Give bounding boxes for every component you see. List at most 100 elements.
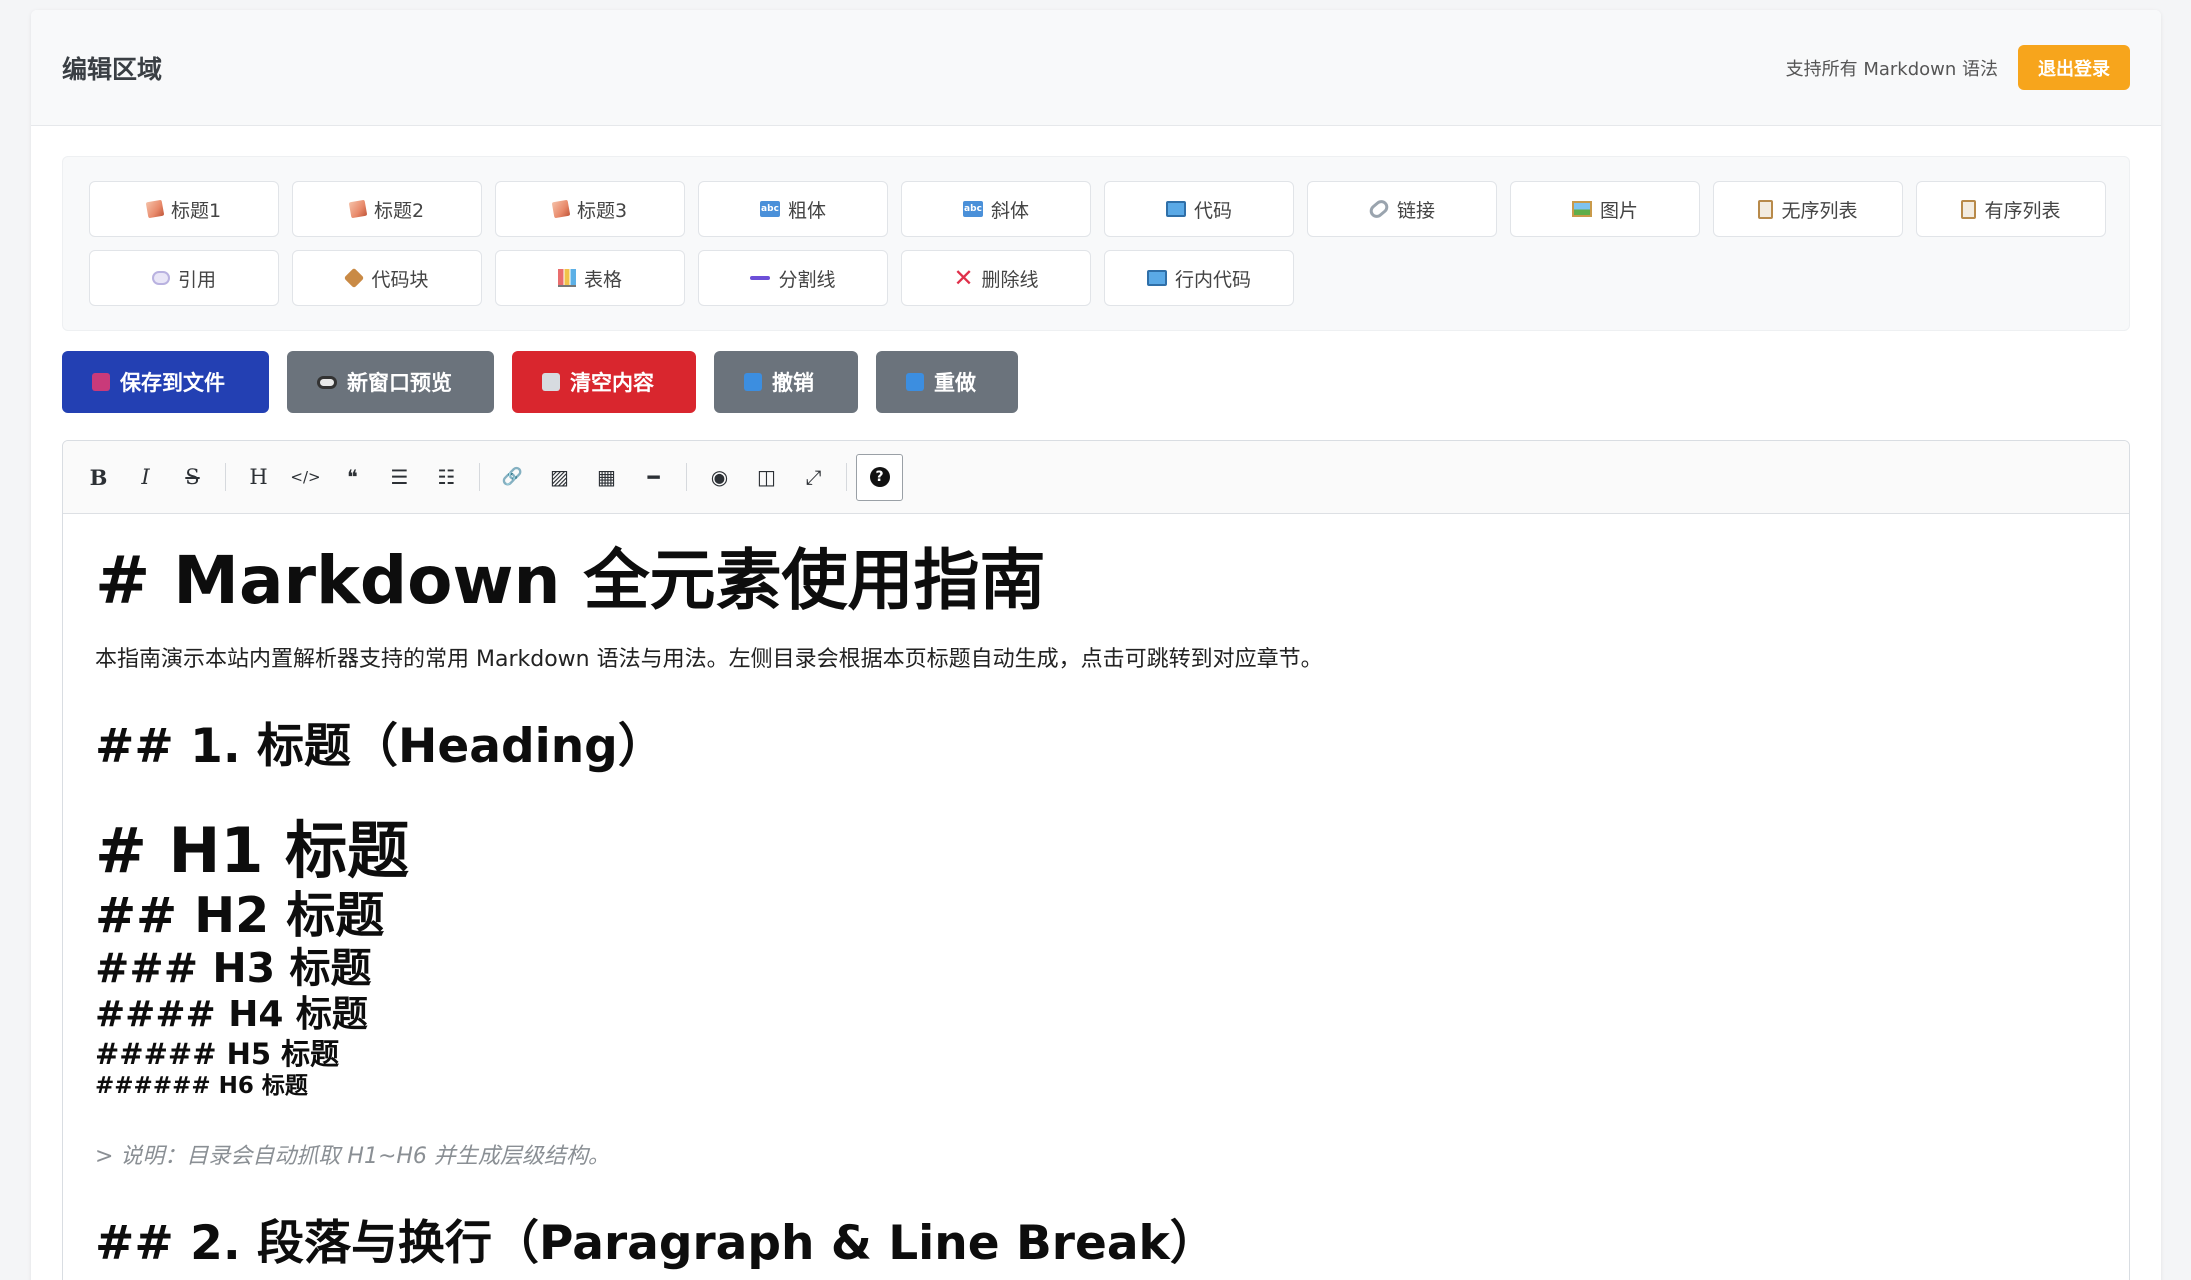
- quick-bold-button[interactable]: abc 粗体: [698, 181, 888, 237]
- quick-heading1-button[interactable]: 标题1: [89, 181, 279, 237]
- floppy-disk-icon: [92, 373, 110, 391]
- quick-button-label: 代码块: [371, 268, 429, 291]
- picture-icon: [1571, 201, 1592, 217]
- editor-toolbar: B I S H </> ❝ ☰ ☷ 🔗 ▨ ▦ ━ ◉ ◫ ⤢ ?: [63, 441, 2129, 514]
- toolbar-separator: [846, 463, 847, 491]
- section-heading-1: ## 1. 标题（Heading）: [95, 718, 665, 774]
- quick-link-button[interactable]: 链接: [1307, 181, 1497, 237]
- code-icon[interactable]: </>: [282, 454, 329, 501]
- pencil-icon: [145, 199, 165, 219]
- quick-button-label: 有序列表: [1984, 199, 2061, 222]
- example-h6: ###### H6 标题: [95, 1073, 308, 1100]
- clear-button-label: 清空内容: [570, 371, 654, 395]
- quick-quote-button[interactable]: 引用: [89, 250, 279, 306]
- quick-button-label: 分割线: [778, 268, 836, 291]
- trash-can-icon: [542, 373, 560, 391]
- image-icon[interactable]: ▨: [536, 454, 583, 501]
- editor-text-area[interactable]: # Markdown 全元素使用指南 本指南演示本站内置解析器支持的常用 Mar…: [63, 514, 2129, 1273]
- quick-button-label: 行内代码: [1174, 268, 1251, 291]
- toolbar-separator: [479, 463, 480, 491]
- logout-button[interactable]: 退出登录: [2018, 45, 2130, 90]
- question-mark-icon: ?: [869, 467, 890, 487]
- panel-body: 标题1 标题2 标题3 abc 粗体 abc 斜体 代码 链接 图片 无序列表 有序…: [31, 126, 2161, 1280]
- quick-button-label: 标题1: [170, 199, 222, 222]
- panel-header: 编辑区域 支持所有 Markdown 语法 退出登录: [31, 10, 2161, 126]
- note-quote: > 说明：目录会自动抓取 H1~H6 并生成层级结构。: [95, 1144, 610, 1170]
- quick-button-label: 标题3: [576, 199, 628, 222]
- toolbar-separator: [225, 463, 226, 491]
- undo-arrow-icon: [744, 373, 762, 391]
- link-icon[interactable]: 🔗: [489, 454, 536, 501]
- italic-icon[interactable]: I: [122, 454, 169, 501]
- quick-button-label: 代码: [1193, 199, 1232, 222]
- heading-icon[interactable]: H: [235, 454, 282, 501]
- unordered-list-icon[interactable]: ☰: [376, 454, 423, 501]
- quick-inline-code-button[interactable]: 行内代码: [1104, 250, 1294, 306]
- example-h5: ##### H5 标题: [95, 1037, 340, 1072]
- speech-bubble-icon: [151, 271, 170, 285]
- quick-insert-bar: 标题1 标题2 标题3 abc 粗体 abc 斜体 代码 链接 图片 无序列表 有序…: [62, 156, 2130, 331]
- quick-button-label: 表格: [583, 268, 622, 291]
- link-icon: [1366, 197, 1392, 221]
- example-h3: ### H3 标题: [95, 944, 372, 993]
- bar-chart-icon: [557, 269, 576, 287]
- quick-button-label: 链接: [1396, 199, 1435, 222]
- redo-button[interactable]: 重做: [876, 351, 1018, 413]
- quick-unordered-list-button[interactable]: 无序列表: [1713, 181, 1903, 237]
- abc-icon: abc: [962, 201, 983, 217]
- quick-strikethrough-button[interactable]: ✕ 删除线: [901, 250, 1091, 306]
- quick-italic-button[interactable]: abc 斜体: [901, 181, 1091, 237]
- side-by-side-icon[interactable]: ◫: [743, 454, 790, 501]
- eye-icon[interactable]: ◉: [696, 454, 743, 501]
- quick-image-button[interactable]: 图片: [1510, 181, 1700, 237]
- example-h4: #### H4 标题: [95, 993, 368, 1035]
- eye-icon: [317, 375, 337, 389]
- save-to-file-button[interactable]: 保存到文件: [62, 351, 269, 413]
- preview-new-window-button[interactable]: 新窗口预览: [287, 351, 494, 413]
- pencil-icon: [348, 199, 368, 219]
- strikethrough-icon[interactable]: S: [169, 454, 216, 501]
- quick-ordered-list-button[interactable]: 有序列表: [1916, 181, 2106, 237]
- quick-heading2-button[interactable]: 标题2: [292, 181, 482, 237]
- help-icon[interactable]: ?: [856, 453, 903, 501]
- quick-button-label: 无序列表: [1781, 199, 1858, 222]
- quick-table-button[interactable]: 表格: [495, 250, 685, 306]
- quick-heading3-button[interactable]: 标题3: [495, 181, 685, 237]
- undo-button-label: 撤销: [772, 371, 814, 395]
- action-row: 保存到文件 新窗口预览 清空内容 撤销 重做: [62, 351, 2130, 413]
- intro-paragraph: 本指南演示本站内置解析器支持的常用 Markdown 语法与用法。左侧目录会根据…: [95, 646, 1323, 672]
- quick-code-block-button[interactable]: 代码块: [292, 250, 482, 306]
- fullscreen-icon[interactable]: ⤢: [790, 454, 837, 501]
- undo-button[interactable]: 撤销: [714, 351, 858, 413]
- toolbar-separator: [686, 463, 687, 491]
- redo-arrow-icon: [906, 373, 924, 391]
- example-h1: # H1 标题: [95, 813, 410, 887]
- cross-mark-icon: ✕: [953, 264, 974, 292]
- clear-content-button[interactable]: 清空内容: [512, 351, 696, 413]
- ordered-list-icon[interactable]: ☷: [423, 454, 470, 501]
- monitor-icon: [1165, 201, 1186, 217]
- bold-icon[interactable]: B: [75, 454, 122, 501]
- quote-icon[interactable]: ❝: [329, 454, 376, 501]
- editor-panel: 编辑区域 支持所有 Markdown 语法 退出登录 标题1 标题2 标题3 a…: [31, 10, 2161, 1280]
- header-right: 支持所有 Markdown 语法 退出登录: [1786, 45, 2130, 90]
- quick-button-label: 标题2: [373, 199, 425, 222]
- quick-button-label: 引用: [177, 268, 216, 291]
- markdown-support-note: 支持所有 Markdown 语法: [1785, 58, 1998, 80]
- quick-button-label: 斜体: [990, 199, 1029, 222]
- quick-button-label: 图片: [1599, 199, 1638, 222]
- abc-icon: abc: [759, 201, 780, 217]
- quick-divider-button[interactable]: 分割线: [698, 250, 888, 306]
- horizontal-rule-icon[interactable]: ━: [630, 454, 677, 501]
- content-title: # Markdown 全元素使用指南: [95, 542, 1046, 619]
- clipboard-icon: [1758, 199, 1774, 219]
- preview-button-label: 新窗口预览: [347, 371, 452, 395]
- quick-button-label: 删除线: [981, 268, 1039, 291]
- dash-icon: [750, 276, 771, 280]
- monitor-icon: [1146, 270, 1167, 286]
- table-icon[interactable]: ▦: [583, 454, 630, 501]
- quick-code-button[interactable]: 代码: [1104, 181, 1294, 237]
- markdown-editor: B I S H </> ❝ ☰ ☷ 🔗 ▨ ▦ ━ ◉ ◫ ⤢ ? # Mark…: [62, 440, 2130, 1280]
- redo-button-label: 重做: [934, 371, 976, 395]
- example-h2: ## H2 标题: [95, 886, 385, 944]
